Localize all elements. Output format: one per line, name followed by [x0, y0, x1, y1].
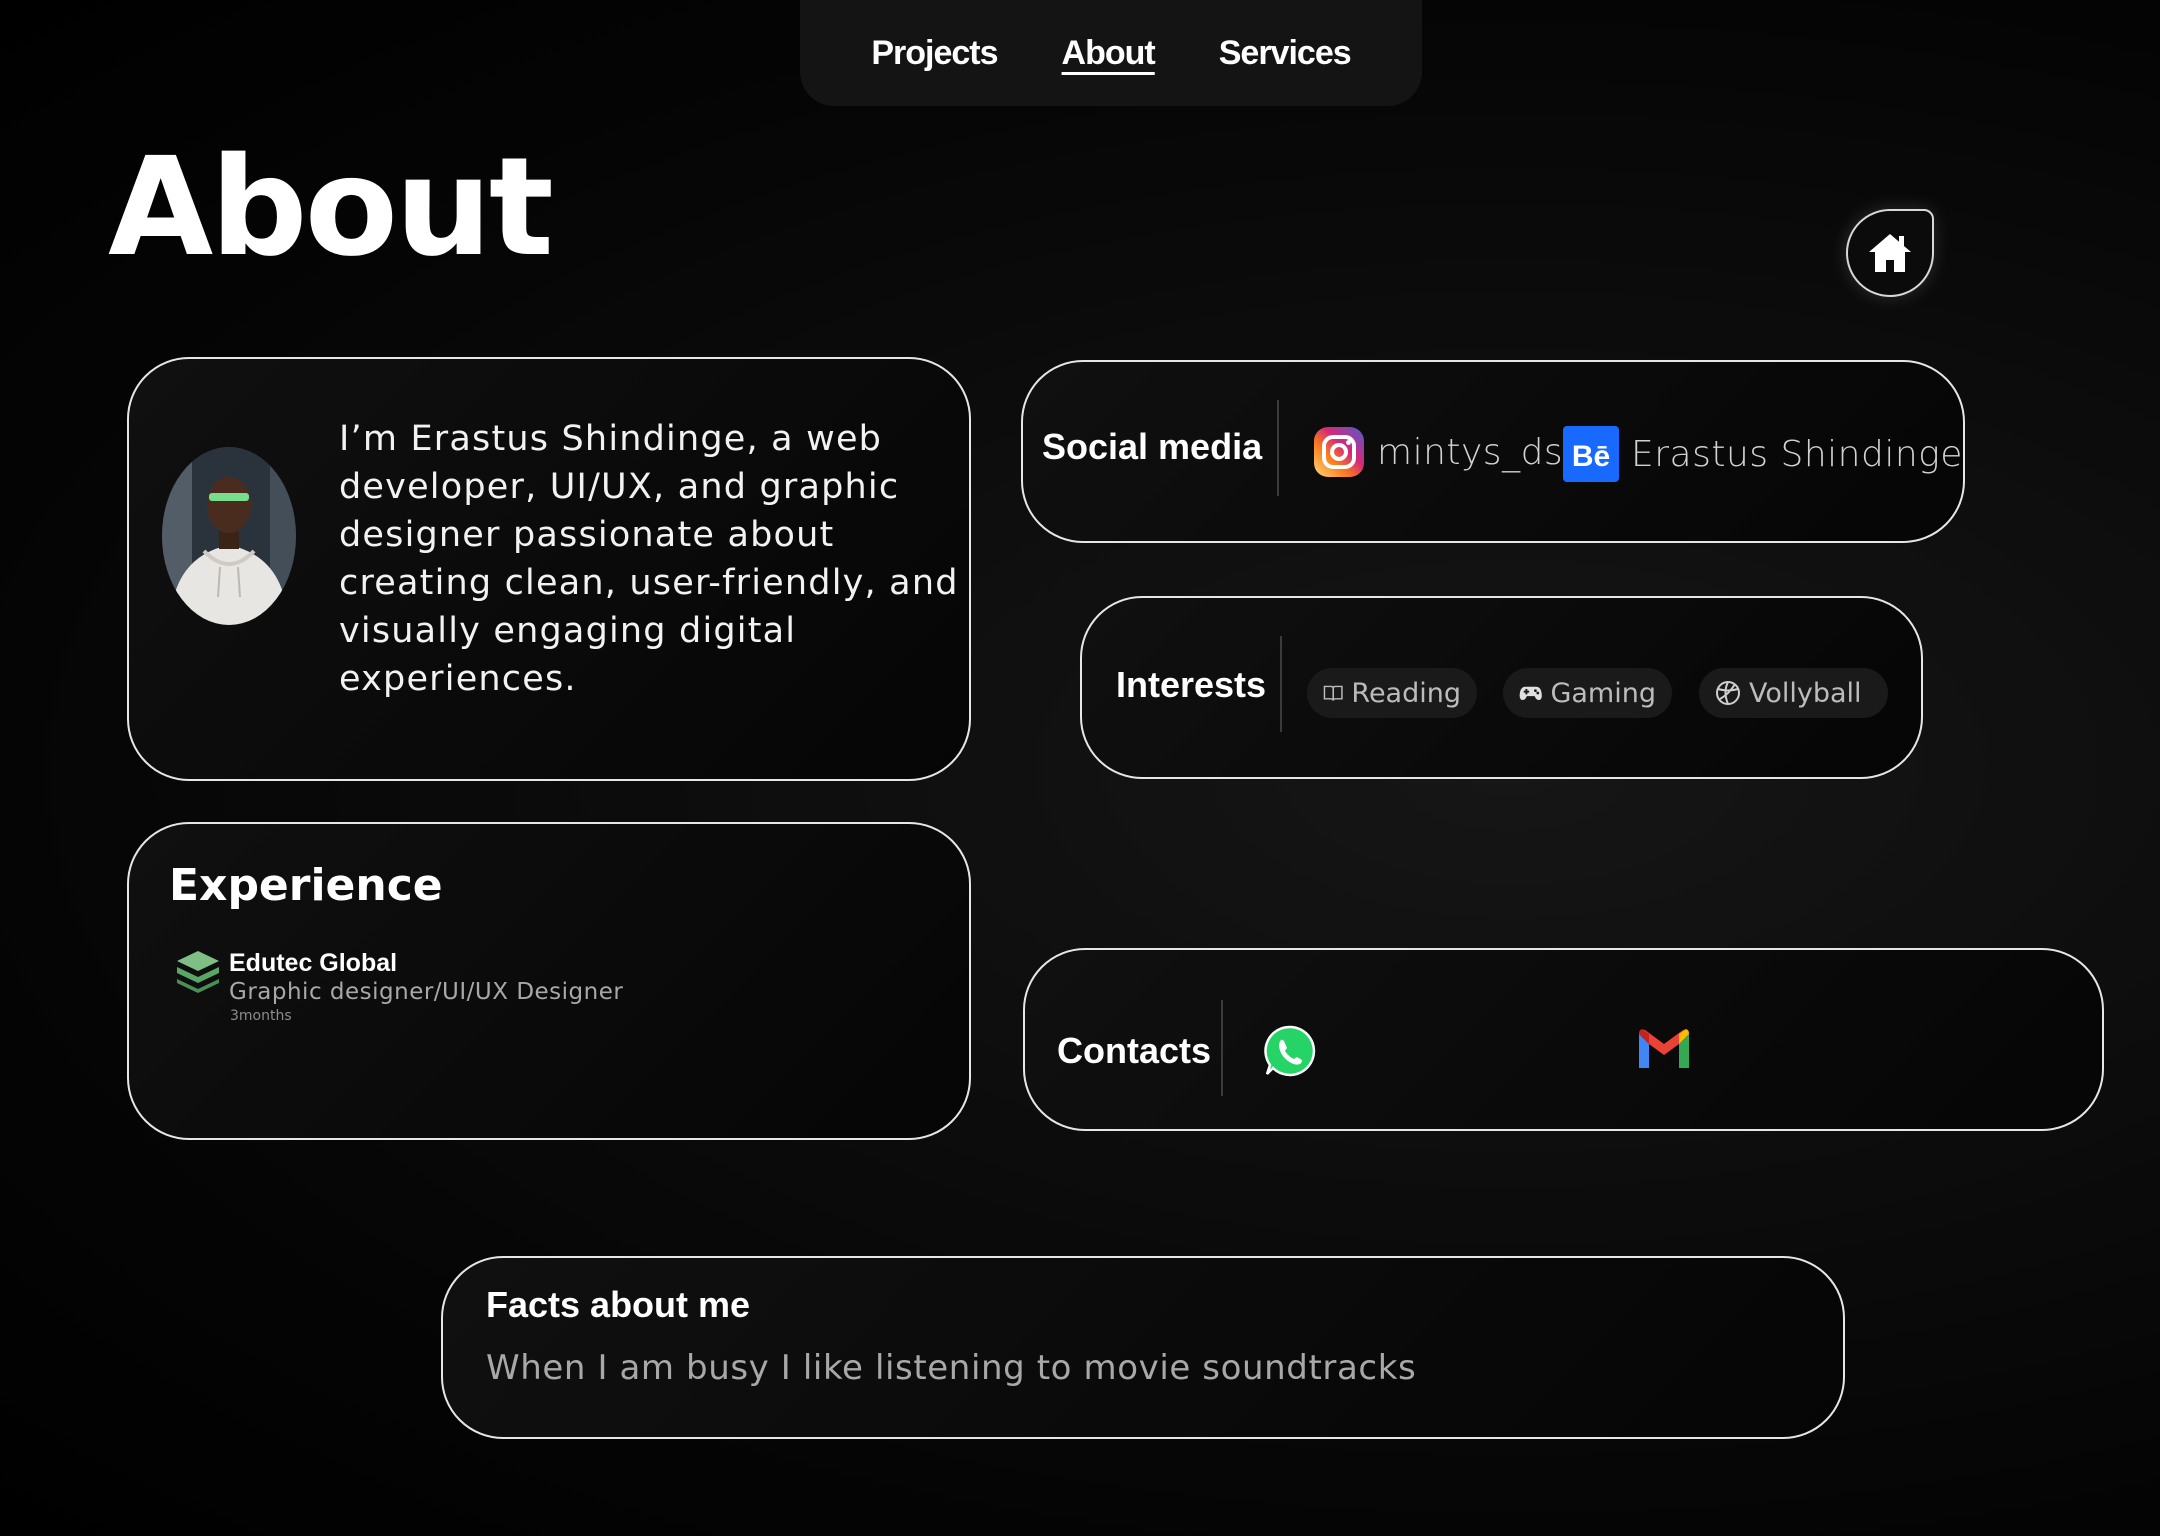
nav-services[interactable]: Services — [1219, 34, 1352, 73]
interest-reading[interactable]: Reading — [1307, 668, 1477, 718]
interest-gaming[interactable]: Gaming — [1503, 668, 1672, 718]
interests-label: Interests — [1116, 664, 1267, 705]
interests-card: Interests Reading Gaming Vollyball — [1080, 596, 1923, 779]
gmail-icon[interactable] — [1635, 1026, 1693, 1070]
facts-title: Facts about me — [486, 1284, 751, 1325]
nav-about[interactable]: About — [1062, 34, 1156, 73]
divider — [1221, 1000, 1223, 1096]
interest-label: Vollyball — [1749, 677, 1862, 709]
divider — [1280, 636, 1282, 732]
experience-role: Graphic designer/UI/UX Designer — [229, 979, 624, 1005]
social-media-card: Social media mintys_ds Bē Erastus Shindi… — [1021, 360, 1965, 543]
book-icon — [1323, 685, 1343, 701]
behance-link[interactable]: Bē Erastus Shindinge — [1563, 426, 1963, 482]
behance-icon: Bē — [1563, 426, 1619, 482]
page-title: About — [108, 129, 554, 287]
avatar — [162, 447, 296, 625]
volleyball-icon — [1716, 681, 1740, 705]
contacts-label: Contacts — [1057, 1030, 1212, 1071]
top-nav: Projects About Services — [800, 0, 1422, 106]
divider — [1277, 400, 1279, 496]
intro-text: I’m Erastus Shindinge, a web developer, … — [339, 419, 959, 699]
interest-label: Gaming — [1550, 677, 1656, 709]
behance-name: Erastus Shindinge — [1631, 433, 1963, 475]
intro-card: I’m Erastus Shindinge, a web developer, … — [127, 357, 971, 781]
experience-company: Edutec Global — [229, 949, 398, 977]
interest-label: Reading — [1351, 677, 1461, 709]
instagram-icon — [1314, 427, 1364, 477]
edutec-logo-icon — [177, 951, 219, 993]
instagram-link[interactable]: mintys_ds — [1313, 426, 1563, 478]
interest-volleyball[interactable]: Vollyball — [1699, 668, 1888, 718]
home-icon — [1869, 234, 1911, 272]
social-media-label: Social media — [1042, 426, 1263, 467]
experience-duration: 3months — [230, 1008, 292, 1024]
facts-card: Facts about me When I am busy I like lis… — [441, 1256, 1845, 1439]
whatsapp-icon[interactable] — [1263, 1024, 1317, 1078]
facts-text: When I am busy I like listening to movie… — [486, 1348, 1417, 1388]
nav-projects[interactable]: Projects — [871, 34, 998, 73]
gamepad-icon — [1519, 686, 1542, 701]
experience-card: Experience Edutec Global Graphic designe… — [127, 822, 971, 1140]
experience-title: Experience — [169, 860, 443, 911]
home-button[interactable] — [1846, 209, 1934, 297]
svg-text:Bē: Bē — [1572, 440, 1610, 473]
instagram-handle: mintys_ds — [1377, 431, 1564, 473]
contacts-card: Contacts — [1023, 948, 2104, 1131]
